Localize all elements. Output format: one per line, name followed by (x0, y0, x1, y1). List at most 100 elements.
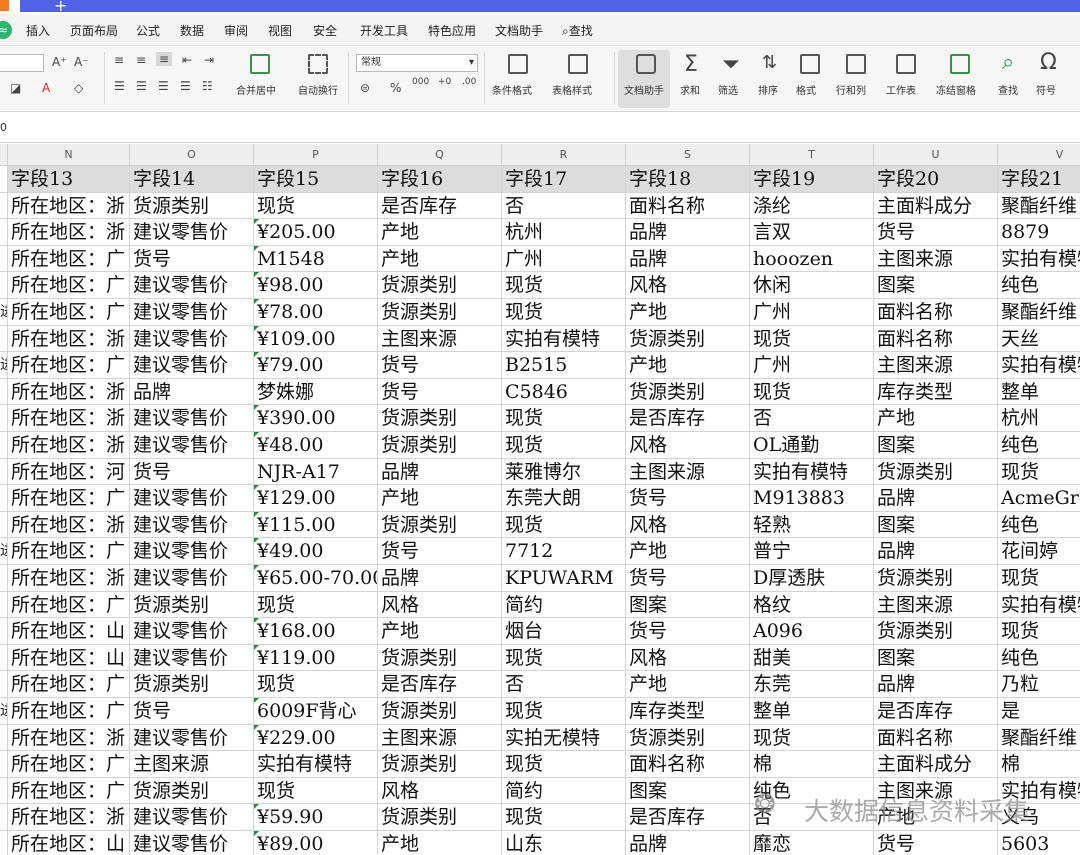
header-cell[interactable]: 字段16 (378, 166, 502, 193)
table-cell[interactable]: 烟台 (502, 618, 626, 645)
menu-special-apps[interactable]: 特色应用 (428, 22, 476, 39)
table-cell[interactable]: 风格 (626, 644, 750, 672)
format-icon[interactable] (800, 54, 820, 74)
row-col-icon[interactable] (846, 54, 866, 74)
row-stub[interactable] (0, 166, 8, 193)
table-cell[interactable]: 风格 (626, 432, 750, 459)
table-cell[interactable]: C5846 (502, 378, 626, 406)
row-stub[interactable] (0, 831, 8, 855)
table-cell[interactable]: 库存类型 (626, 698, 750, 725)
table-cell[interactable]: 是否库存 (874, 698, 998, 725)
table-cell[interactable]: 所在地区：广 (8, 352, 130, 379)
table-cell[interactable]: 品牌 (626, 245, 750, 273)
column-header[interactable]: V (998, 144, 1080, 166)
table-cell[interactable]: 广州 (502, 245, 626, 273)
table-cell[interactable]: 货号 (378, 352, 502, 379)
table-cell[interactable]: ¥119.00 (254, 644, 378, 672)
table-cell[interactable]: 产地 (378, 831, 502, 855)
table-cell[interactable]: 梦姝娜 (254, 378, 378, 406)
row-stub[interactable] (0, 565, 8, 592)
table-cell[interactable]: 实拍有模特 (254, 751, 378, 778)
table-cell[interactable]: 货源类别 (130, 591, 254, 619)
menu-doc-assistant[interactable]: 文档助手 (495, 22, 543, 39)
table-cell[interactable]: ¥390.00 (254, 405, 378, 432)
table-cell[interactable]: 品牌 (130, 378, 254, 406)
row-stub[interactable] (0, 511, 8, 539)
row-stub[interactable]: 进 (0, 698, 8, 725)
name-box[interactable]: 0 (0, 121, 7, 134)
menu-review[interactable]: 审阅 (224, 22, 248, 39)
table-cell[interactable]: 主图来源 (378, 325, 502, 353)
table-cell[interactable]: 货源类别 (626, 724, 750, 752)
row-stub[interactable] (0, 777, 8, 805)
table-cell[interactable]: 现货 (998, 618, 1080, 645)
table-cell[interactable]: 风格 (626, 511, 750, 539)
table-cell[interactable]: 建议零售价 (130, 618, 254, 645)
table-cell[interactable]: 所在地区：广 (8, 671, 130, 698)
table-cell[interactable]: D厚透肤 (750, 565, 874, 592)
table-cell[interactable]: 建议零售价 (130, 831, 254, 855)
table-cell[interactable]: 品牌 (626, 219, 750, 246)
table-cell[interactable]: 所在地区：广 (8, 272, 130, 299)
table-cell[interactable]: ¥229.00 (254, 724, 378, 752)
table-cell[interactable]: 实拍有模特 (998, 352, 1080, 379)
table-cell[interactable]: 货源类别 (378, 511, 502, 539)
table-cell[interactable]: 货号 (378, 378, 502, 406)
number-format-select[interactable]: 常规 ▾ (356, 54, 478, 72)
table-cell[interactable]: 整单 (750, 698, 874, 725)
table-cell[interactable]: 货源类别 (378, 751, 502, 778)
wrap-text-icon[interactable] (308, 54, 328, 74)
row-stub[interactable] (0, 378, 8, 406)
header-cell[interactable]: 字段15 (254, 166, 378, 193)
table-cell[interactable]: 建议零售价 (130, 219, 254, 246)
select-all-corner[interactable] (0, 144, 8, 166)
table-cell[interactable]: 主图来源 (378, 724, 502, 752)
symbol-icon[interactable]: Ω (1040, 52, 1057, 74)
table-cell[interactable]: 图案 (874, 511, 998, 539)
table-cell[interactable]: 甜美 (750, 644, 874, 672)
table-cell[interactable]: B2515 (502, 352, 626, 379)
fill-color-icon[interactable]: ◪ (10, 82, 21, 94)
table-cell[interactable]: 所在地区：广 (8, 299, 130, 326)
wrap-text-label[interactable]: 自动换行 (298, 82, 338, 97)
row-stub[interactable] (0, 245, 8, 273)
table-cell[interactable]: 所在地区：广 (8, 777, 130, 805)
table-cell[interactable]: 风格 (378, 777, 502, 805)
table-cell[interactable]: 所在地区：浙 (8, 405, 130, 432)
table-cell[interactable]: KPUWARM (502, 565, 626, 592)
table-cell[interactable]: 5603 (998, 831, 1080, 855)
table-cell[interactable]: 产地 (378, 219, 502, 246)
table-cell[interactable]: ¥109.00 (254, 325, 378, 353)
table-cell[interactable]: 现货 (254, 591, 378, 619)
table-cell[interactable]: 所在地区：广 (8, 591, 130, 619)
table-cell[interactable]: 货号 (378, 538, 502, 565)
table-cell[interactable]: 是否库存 (378, 192, 502, 220)
font-shrink-icon[interactable]: A⁻ (74, 56, 89, 68)
table-cell[interactable]: 品牌 (626, 831, 750, 855)
table-cell[interactable]: 货号 (874, 219, 998, 246)
table-cell[interactable]: 建议零售价 (130, 325, 254, 353)
table-cell[interactable]: ¥129.00 (254, 485, 378, 512)
table-cell[interactable]: 所在地区：广 (8, 751, 130, 778)
row-stub[interactable] (0, 644, 8, 672)
table-cell[interactable]: 莱雅博尔 (502, 458, 626, 486)
table-cell[interactable]: 现货 (502, 644, 626, 672)
table-cell[interactable]: 现货 (254, 777, 378, 805)
table-cell[interactable]: 货号 (626, 565, 750, 592)
table-cell[interactable]: 货源类别 (378, 644, 502, 672)
table-cell[interactable]: ¥78.00 (254, 299, 378, 326)
table-cell[interactable]: 现货 (502, 405, 626, 432)
table-cell[interactable]: 是否库存 (378, 671, 502, 698)
table-cell[interactable]: 杭州 (502, 219, 626, 246)
table-cell[interactable]: 货号 (874, 831, 998, 855)
table-cell[interactable]: 山东 (502, 831, 626, 855)
row-stub[interactable] (0, 219, 8, 246)
table-cell[interactable]: 休闲 (750, 272, 874, 299)
table-cell[interactable]: 所在地区：广 (8, 538, 130, 565)
table-cell[interactable]: 整单 (998, 379, 1080, 406)
table-cell[interactable]: 现货 (998, 459, 1080, 486)
row-stub[interactable] (0, 618, 8, 645)
table-cell[interactable]: 品牌 (874, 485, 998, 512)
conditional-format-icon[interactable] (508, 54, 528, 74)
header-cell[interactable]: 字段13 (8, 166, 130, 193)
